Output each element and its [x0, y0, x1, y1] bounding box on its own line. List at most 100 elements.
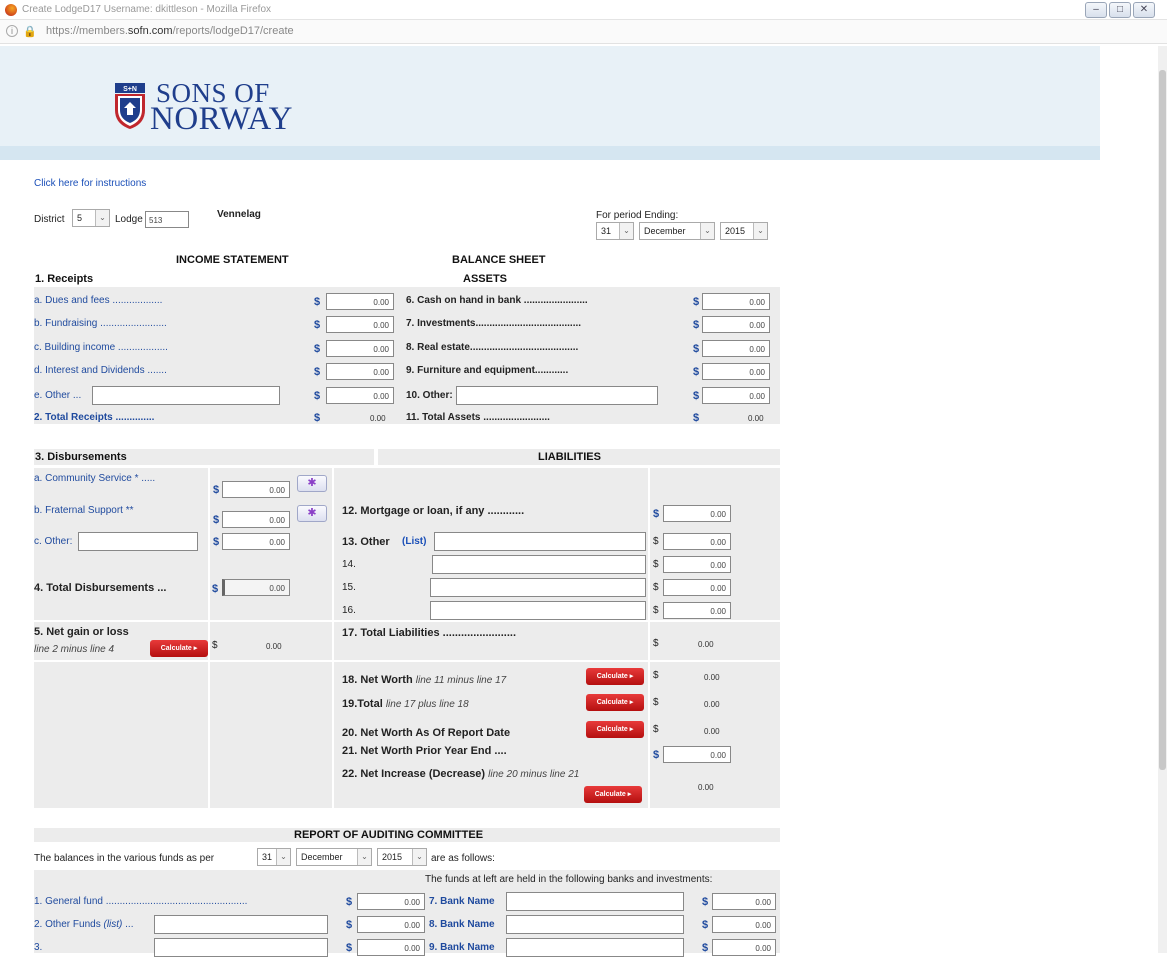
receipt-e-input[interactable]: 0.00 — [326, 387, 394, 404]
audit-day-select[interactable]: 31 ⌄ — [257, 848, 291, 866]
liab-14-input[interactable]: 0.00 — [663, 556, 731, 573]
fund-1-label: 1. General fund ........................… — [34, 896, 248, 907]
income-statement-title: INCOME STATEMENT — [176, 254, 289, 266]
disb-b-input[interactable]: 0.00 — [222, 511, 290, 528]
asset-9-input[interactable]: 0.00 — [702, 363, 770, 380]
liab-17-label: 17. Total Liabilities ..................… — [342, 627, 517, 639]
period-year-select[interactable]: 2015 ⌄ — [720, 222, 768, 240]
bank-9-label: 9. Bank Name — [429, 942, 495, 953]
liab-16-input[interactable]: 0.00 — [663, 602, 731, 619]
total-receipts-value: 0.00 — [370, 414, 386, 423]
bank-8-input[interactable]: 0.00 — [712, 916, 776, 933]
liab-12-input[interactable]: 0.00 — [663, 505, 731, 522]
instructions-link[interactable]: Click here for instructions — [34, 178, 146, 189]
liab-16-label: 16. — [342, 605, 356, 616]
url-text[interactable]: https://members.sofn.com/reports/lodgeD1… — [46, 25, 294, 37]
minimize-button[interactable]: – — [1085, 2, 1107, 18]
receipt-d-input[interactable]: 0.00 — [326, 363, 394, 380]
url-bar[interactable]: i 🔒 https://members.sofn.com/reports/lod… — [0, 20, 1167, 44]
community-service-detail-button[interactable]: ✱ — [297, 475, 327, 492]
receipt-c-label: c. Building income .................. — [34, 342, 168, 353]
liab-13-description-input[interactable] — [434, 532, 646, 551]
lodge-input[interactable]: 513 — [145, 211, 189, 228]
receipt-c-input[interactable]: 0.00 — [326, 340, 394, 357]
audit-month-select[interactable]: December ⌄ — [296, 848, 372, 866]
currency-symbol: $ — [653, 559, 659, 570]
net-worth-prior-year-input[interactable]: 0.00 — [663, 746, 731, 763]
receipt-e-description-input[interactable] — [92, 386, 280, 405]
receipt-a-input[interactable]: 0.00 — [326, 293, 394, 310]
currency-symbol: $ — [213, 514, 220, 526]
bank-7-input[interactable]: 0.00 — [712, 893, 776, 910]
disb-c-input[interactable]: 0.00 — [222, 533, 290, 550]
chevron-down-icon: ⌄ — [753, 223, 767, 239]
total-liab-value-cell — [650, 622, 780, 660]
district-select[interactable]: 5 ⌄ — [72, 209, 110, 227]
scrollbar-thumb[interactable] — [1159, 70, 1166, 770]
currency-symbol: $ — [693, 343, 700, 355]
liab-14-description-input[interactable] — [432, 555, 646, 574]
fund-1-input[interactable]: 0.00 — [357, 893, 425, 910]
calculate-net-worth-button[interactable]: Calculate ▸ — [586, 668, 644, 685]
currency-symbol: $ — [653, 749, 660, 761]
receipt-b-input[interactable]: 0.00 — [326, 316, 394, 333]
period-month-select[interactable]: December ⌄ — [639, 222, 715, 240]
bank-8-name-input[interactable] — [506, 915, 684, 934]
receipts-title: 1. Receipts — [35, 273, 94, 285]
maximize-button[interactable]: □ — [1109, 2, 1131, 18]
asset-8-label: 8. Real estate..........................… — [406, 342, 579, 353]
net-worth-label: 18. Net Worth line 11 minus line 17 — [342, 674, 506, 686]
receipt-b-label: b. Fundraising ........................ — [34, 318, 167, 329]
currency-symbol: $ — [693, 412, 700, 424]
chevron-down-icon: ⌄ — [357, 849, 371, 865]
fund-3-input[interactable]: 0.00 — [357, 939, 425, 956]
calculate-total-button[interactable]: Calculate ▸ — [586, 694, 644, 711]
asset-10-label: 10. Other: — [406, 390, 453, 401]
fund-2-description-input[interactable] — [154, 915, 328, 934]
asset-6-label: 6. Cash on hand in bank ................… — [406, 295, 588, 306]
calculate-net-worth-report-button[interactable]: Calculate ▸ — [586, 721, 644, 738]
close-button[interactable]: ✕ — [1133, 2, 1155, 18]
bank-9-name-input[interactable] — [506, 938, 684, 957]
fund-3-description-input[interactable] — [154, 938, 328, 957]
window-title-bar: Create LodgeD17 Username: dkittleson - M… — [0, 0, 1167, 20]
window-title: Create LodgeD17 Username: dkittleson - M… — [22, 4, 271, 15]
liab-13-list-link[interactable]: (List) — [402, 536, 426, 547]
currency-symbol: $ — [653, 638, 659, 649]
asset-10-description-input[interactable] — [456, 386, 658, 405]
lock-icon[interactable]: 🔒 — [23, 25, 37, 38]
asset-8-input[interactable]: 0.00 — [702, 340, 770, 357]
header-banner-strip — [0, 146, 1100, 160]
currency-symbol: $ — [346, 919, 353, 931]
logo-line2: NORWAY — [150, 101, 293, 137]
bank-7-name-input[interactable] — [506, 892, 684, 911]
calculate-net-gain-button[interactable]: Calculate ▸ — [150, 640, 208, 657]
asset-6-input[interactable]: 0.00 — [702, 293, 770, 310]
currency-symbol: $ — [213, 536, 220, 548]
fraternal-support-detail-button[interactable]: ✱ — [297, 505, 327, 522]
liab-15-input[interactable]: 0.00 — [663, 579, 731, 596]
net-gain-loss-value: 0.00 — [266, 642, 282, 651]
fund-2-input[interactable]: 0.00 — [357, 916, 425, 933]
disb-a-input[interactable]: 0.00 — [222, 481, 290, 498]
currency-symbol: $ — [212, 583, 219, 595]
calculate-net-increase-button[interactable]: Calculate ▸ — [584, 786, 642, 803]
firefox-icon — [5, 4, 17, 16]
liab-16-description-input[interactable] — [430, 601, 646, 620]
vertical-scrollbar[interactable] — [1158, 46, 1167, 953]
liab-15-description-input[interactable] — [430, 578, 646, 597]
disb-a-label: a. Community Service * ..... — [34, 473, 156, 484]
audit-year-select[interactable]: 2015 ⌄ — [377, 848, 427, 866]
period-day-select[interactable]: 31 ⌄ — [596, 222, 634, 240]
info-icon[interactable]: i — [6, 25, 18, 37]
bank-9-input[interactable]: 0.00 — [712, 939, 776, 956]
disb-c-description-input[interactable] — [78, 532, 198, 551]
asset-10-input[interactable]: 0.00 — [702, 387, 770, 404]
liab-13-input[interactable]: 0.00 — [663, 533, 731, 550]
asset-7-input[interactable]: 0.00 — [702, 316, 770, 333]
liab-14-label: 14. — [342, 559, 356, 570]
total-line-value: 0.00 — [704, 700, 720, 709]
net-increase-label: 22. Net Increase (Decrease) line 20 minu… — [342, 768, 579, 780]
net-worth-text: 18. Net Worth — [342, 674, 413, 686]
assets-title: ASSETS — [463, 273, 508, 285]
